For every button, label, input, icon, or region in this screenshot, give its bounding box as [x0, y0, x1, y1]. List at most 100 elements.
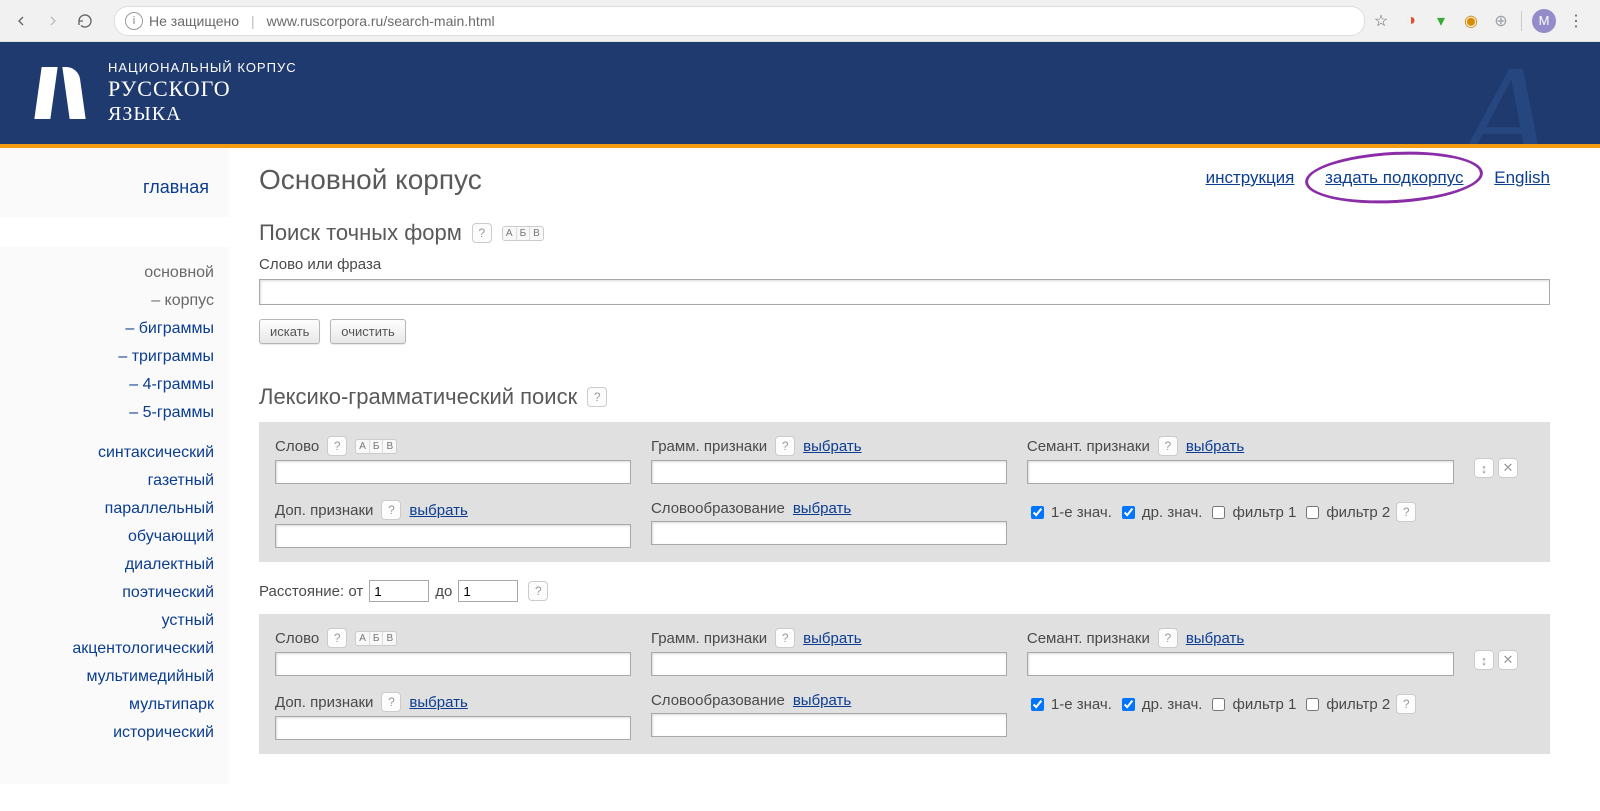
- back-button[interactable]: [8, 8, 34, 34]
- help-icon[interactable]: ?: [381, 692, 401, 712]
- help-icon[interactable]: ?: [528, 581, 548, 601]
- move-icon[interactable]: ↕: [1474, 650, 1494, 670]
- sidebar-item-syntax[interactable]: синтаксический: [0, 439, 219, 467]
- link-english[interactable]: English: [1494, 168, 1550, 187]
- help-icon[interactable]: ?: [1396, 694, 1416, 714]
- gram-input-2[interactable]: [651, 652, 1007, 676]
- sidebar-item-dialect[interactable]: диалектный: [0, 551, 219, 579]
- help-icon[interactable]: ?: [1158, 436, 1178, 456]
- add-input-1[interactable]: [275, 524, 631, 548]
- sem-select-link[interactable]: выбрать: [1186, 438, 1244, 455]
- security-label: Не защищено: [149, 13, 239, 29]
- profile-avatar[interactable]: М: [1532, 9, 1556, 33]
- sidebar-sub-bigrams[interactable]: – биграммы: [0, 315, 219, 343]
- forward-button[interactable]: [40, 8, 66, 34]
- help-icon[interactable]: ?: [381, 500, 401, 520]
- exact-word-input[interactable]: [259, 279, 1550, 305]
- sidebar-item-poetic[interactable]: поэтический: [0, 579, 219, 607]
- morph-select-link[interactable]: выбрать: [793, 692, 851, 709]
- sidebar-item-multipark[interactable]: мультипарк: [0, 691, 219, 719]
- help-icon[interactable]: ?: [587, 387, 607, 407]
- sidebar-item-multimedia[interactable]: мультимедийный: [0, 663, 219, 691]
- lex-word-block-1: Слово ? А Б В Грамм. признаки ? в: [259, 422, 1550, 562]
- sidebar-sub-trigrams[interactable]: – триграммы: [0, 343, 219, 371]
- add-input-2[interactable]: [275, 716, 631, 740]
- filter1-checkbox[interactable]: [1212, 698, 1225, 711]
- sidebar-sub-5grams[interactable]: – 5-граммы: [0, 399, 219, 427]
- help-icon[interactable]: ?: [472, 223, 492, 243]
- morph-label: Словообразование: [651, 500, 785, 517]
- gram-select-link[interactable]: выбрать: [803, 438, 861, 455]
- keyboard-chip[interactable]: А Б В: [355, 631, 397, 646]
- gram-input-1[interactable]: [651, 460, 1007, 484]
- word-input-2[interactable]: [275, 652, 631, 676]
- filter-checks-1: 1-е знач. др. знач. фильтр 1 фильтр 2 ?: [1027, 502, 1454, 522]
- distance-to-label: до: [435, 583, 452, 600]
- filter2-checkbox[interactable]: [1306, 506, 1319, 519]
- help-icon[interactable]: ?: [775, 436, 795, 456]
- sidebar-home[interactable]: главная: [0, 172, 214, 203]
- header-decoration: А: [1458, 42, 1550, 148]
- exact-section-title: Поиск точных форм ? А Б В: [259, 220, 1550, 246]
- link-instruction[interactable]: инструкция: [1206, 168, 1295, 187]
- header-line-2: РУССКОГО: [108, 76, 297, 102]
- filter1-checkbox[interactable]: [1212, 506, 1225, 519]
- menu-icon[interactable]: ⋮: [1566, 11, 1586, 31]
- meaning1-checkbox[interactable]: [1031, 698, 1044, 711]
- add-select-link[interactable]: выбрать: [409, 694, 467, 711]
- meaning-other-checkbox[interactable]: [1122, 506, 1135, 519]
- help-icon[interactable]: ?: [775, 628, 795, 648]
- sidebar-sub-4grams[interactable]: – 4-граммы: [0, 371, 219, 399]
- bookmark-star-icon[interactable]: ☆: [1371, 11, 1391, 31]
- sidebar: главная основной – корпус – биграммы – т…: [0, 148, 229, 784]
- address-bar[interactable]: i Не защищено | www.ruscorpora.ru/search…: [114, 6, 1365, 36]
- meaning1-checkbox[interactable]: [1031, 506, 1044, 519]
- distance-to-input[interactable]: [458, 580, 518, 602]
- meaning-other-checkbox[interactable]: [1122, 698, 1135, 711]
- gram-select-link[interactable]: выбрать: [803, 630, 861, 647]
- main-content: инструкция задать подкорпус English Осно…: [229, 148, 1600, 784]
- sem-select-link[interactable]: выбрать: [1186, 630, 1244, 647]
- sidebar-item-educational[interactable]: обучающий: [0, 523, 219, 551]
- remove-icon[interactable]: ✕: [1498, 650, 1518, 670]
- sidebar-sub-corpus[interactable]: – корпус: [0, 287, 219, 315]
- top-links: инструкция задать подкорпус English: [1186, 168, 1550, 188]
- add-select-link[interactable]: выбрать: [409, 502, 467, 519]
- toolbar-right: ☆ ◑ ▾ ◉ ⊕ М ⋮: [1371, 9, 1592, 33]
- move-icon[interactable]: ↕: [1474, 458, 1494, 478]
- extension-icon-3[interactable]: ◉: [1461, 11, 1481, 31]
- morph-input-1[interactable]: [651, 521, 1007, 545]
- link-set-subcorpus[interactable]: задать подкорпус: [1319, 166, 1469, 189]
- clear-button[interactable]: очистить: [330, 319, 405, 344]
- distance-from-input[interactable]: [369, 580, 429, 602]
- extension-icon-1[interactable]: ◑: [1401, 11, 1421, 31]
- help-icon[interactable]: ?: [1158, 628, 1178, 648]
- gram-label: Грамм. признаки: [651, 438, 767, 455]
- sidebar-item-oral[interactable]: устный: [0, 607, 219, 635]
- search-button[interactable]: искать: [259, 319, 320, 344]
- keyboard-chip[interactable]: А Б В: [502, 226, 544, 241]
- lex-word-block-2: Слово ? А Б В Грамм. признаки ? в: [259, 614, 1550, 754]
- help-icon[interactable]: ?: [327, 628, 347, 648]
- exact-title-text: Поиск точных форм: [259, 220, 462, 246]
- keyboard-chip[interactable]: А Б В: [355, 439, 397, 454]
- filter2-checkbox[interactable]: [1306, 698, 1319, 711]
- word-input-1[interactable]: [275, 460, 631, 484]
- sidebar-item-historical[interactable]: исторический: [0, 719, 219, 747]
- sidebar-item-newspaper[interactable]: газетный: [0, 467, 219, 495]
- sidebar-item-parallel[interactable]: параллельный: [0, 495, 219, 523]
- help-icon[interactable]: ?: [1396, 502, 1416, 522]
- site-info-icon[interactable]: i: [125, 12, 143, 30]
- morph-select-link[interactable]: выбрать: [793, 500, 851, 517]
- extension-icon-4[interactable]: ⊕: [1491, 11, 1511, 31]
- sidebar-item-accentological[interactable]: акцентологический: [0, 635, 219, 663]
- morph-input-2[interactable]: [651, 713, 1007, 737]
- sem-input-1[interactable]: [1027, 460, 1454, 484]
- extension-icon-2[interactable]: ▾: [1431, 11, 1451, 31]
- sem-input-2[interactable]: [1027, 652, 1454, 676]
- remove-icon[interactable]: ✕: [1498, 458, 1518, 478]
- sem-label: Семант. признаки: [1027, 438, 1150, 455]
- reload-button[interactable]: [72, 8, 98, 34]
- sidebar-main-corpus[interactable]: основной: [0, 259, 219, 287]
- help-icon[interactable]: ?: [327, 436, 347, 456]
